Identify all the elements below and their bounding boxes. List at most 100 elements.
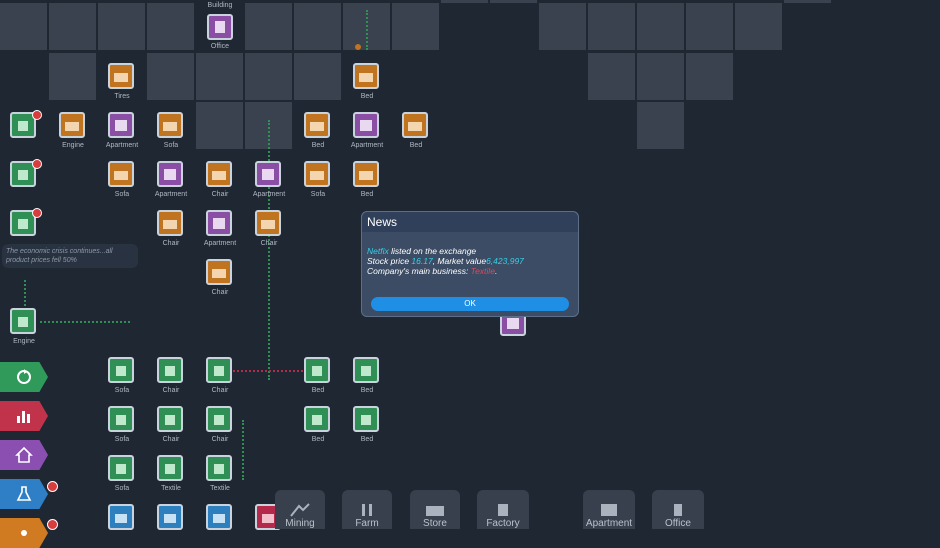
store-icon xyxy=(312,366,322,376)
map-cell[interactable] xyxy=(245,53,292,100)
map-cell[interactable] xyxy=(637,53,684,100)
store-tile[interactable] xyxy=(353,406,379,432)
store-icon xyxy=(116,464,126,474)
alert-badge xyxy=(32,208,42,218)
factory-tile[interactable] xyxy=(206,161,232,187)
factory-tile[interactable] xyxy=(206,259,232,285)
office-tile[interactable] xyxy=(207,14,233,40)
farm-tile[interactable] xyxy=(108,504,134,530)
map-cell[interactable] xyxy=(392,3,439,50)
alert-badge xyxy=(32,110,42,120)
map-cell[interactable] xyxy=(196,102,243,149)
build-mining-button[interactable]: Mining xyxy=(275,490,325,529)
apartment-icon xyxy=(360,120,372,131)
build-apartment-button[interactable]: Apartment xyxy=(583,490,635,529)
map-cell[interactable] xyxy=(196,53,243,100)
factory-icon xyxy=(498,504,508,516)
recycle-icon xyxy=(17,369,31,384)
map-cell[interactable] xyxy=(49,53,96,100)
factory-icon xyxy=(163,122,177,131)
tile-label: Bed xyxy=(311,387,325,394)
map-cell[interactable] xyxy=(637,102,684,149)
map-cell[interactable] xyxy=(588,3,635,50)
side-tab-research[interactable] xyxy=(0,479,48,509)
build-farm-button[interactable]: Farm xyxy=(342,490,392,529)
store-tile[interactable] xyxy=(108,406,134,432)
tile-label: Chair xyxy=(211,436,229,443)
apartment-tile[interactable] xyxy=(353,112,379,138)
store-tile[interactable] xyxy=(108,357,134,383)
factory-icon xyxy=(212,269,226,278)
apartment-tile[interactable] xyxy=(108,112,134,138)
factory-icon xyxy=(310,171,324,180)
map-cell[interactable] xyxy=(686,3,733,50)
map-cell[interactable] xyxy=(147,53,194,100)
store-tile[interactable] xyxy=(10,308,36,334)
company-name: Netfix xyxy=(367,246,389,256)
factory-label: Factory xyxy=(486,518,520,529)
business-end: . xyxy=(494,266,498,276)
market-label: , Market value xyxy=(432,256,487,266)
map-cell[interactable] xyxy=(294,53,341,100)
factory-tile[interactable] xyxy=(304,112,330,138)
factory-tile[interactable] xyxy=(157,112,183,138)
flask-icon xyxy=(16,486,32,501)
map-cell[interactable] xyxy=(637,3,684,50)
store-tile[interactable] xyxy=(157,357,183,383)
ok-button[interactable]: OK xyxy=(371,297,569,311)
build-office-button[interactable]: Office xyxy=(652,490,704,529)
side-tab-stats[interactable] xyxy=(0,401,48,431)
map-cell[interactable] xyxy=(539,3,586,50)
factory-tile[interactable] xyxy=(59,112,85,138)
store-tile[interactable] xyxy=(206,455,232,481)
apartment-tile[interactable] xyxy=(255,161,281,187)
farm-tile[interactable] xyxy=(206,504,232,530)
map-cell[interactable] xyxy=(0,3,47,50)
factory-tile[interactable] xyxy=(108,161,134,187)
map-cell[interactable] xyxy=(686,53,733,100)
map-cell[interactable] xyxy=(245,3,292,50)
apartment-tile[interactable] xyxy=(206,210,232,236)
map-cell[interactable] xyxy=(735,3,782,50)
store-icon xyxy=(18,121,28,131)
build-store-button[interactable]: Store xyxy=(410,490,460,529)
factory-tile[interactable] xyxy=(108,63,134,89)
map-cell[interactable] xyxy=(49,3,96,50)
listing-text: listed on the exchange xyxy=(388,246,477,256)
store-tile[interactable] xyxy=(206,357,232,383)
store-tile[interactable] xyxy=(304,357,330,383)
tile-label: Bed xyxy=(409,142,423,149)
stock-price: 16.17 xyxy=(411,256,433,266)
tile-label: Bed xyxy=(360,93,374,100)
apartment-tile[interactable] xyxy=(157,161,183,187)
news-dialog: News Netfix listed on the exchange Stock… xyxy=(361,211,579,317)
map-cell[interactable] xyxy=(588,53,635,100)
factory-tile[interactable] xyxy=(157,210,183,236)
store-tile[interactable] xyxy=(108,455,134,481)
map-cell[interactable] xyxy=(294,3,341,50)
road-node xyxy=(355,44,361,50)
store-icon xyxy=(214,415,224,425)
side-tab-more[interactable] xyxy=(0,518,48,548)
road-connector xyxy=(40,321,130,325)
side-tab-recycle[interactable] xyxy=(0,362,48,392)
store-tile[interactable] xyxy=(304,406,330,432)
store-tile[interactable] xyxy=(157,406,183,432)
factory-tile[interactable] xyxy=(255,210,281,236)
factory-tile[interactable] xyxy=(353,161,379,187)
store-tile[interactable] xyxy=(157,455,183,481)
store-tile[interactable] xyxy=(206,406,232,432)
farm-tile[interactable] xyxy=(157,504,183,530)
store-tile[interactable] xyxy=(353,357,379,383)
tile-label: Office xyxy=(210,43,230,50)
build-factory-button[interactable]: Factory xyxy=(477,490,529,529)
side-tab-home[interactable] xyxy=(0,440,48,470)
apartment-icon xyxy=(507,318,519,329)
map-cell[interactable] xyxy=(98,3,145,50)
factory-tile[interactable] xyxy=(402,112,428,138)
tile-label: Engine xyxy=(13,338,35,345)
map-cell[interactable] xyxy=(147,3,194,50)
factory-tile[interactable] xyxy=(304,161,330,187)
factory-tile[interactable] xyxy=(353,63,379,89)
store-icon xyxy=(165,415,175,425)
